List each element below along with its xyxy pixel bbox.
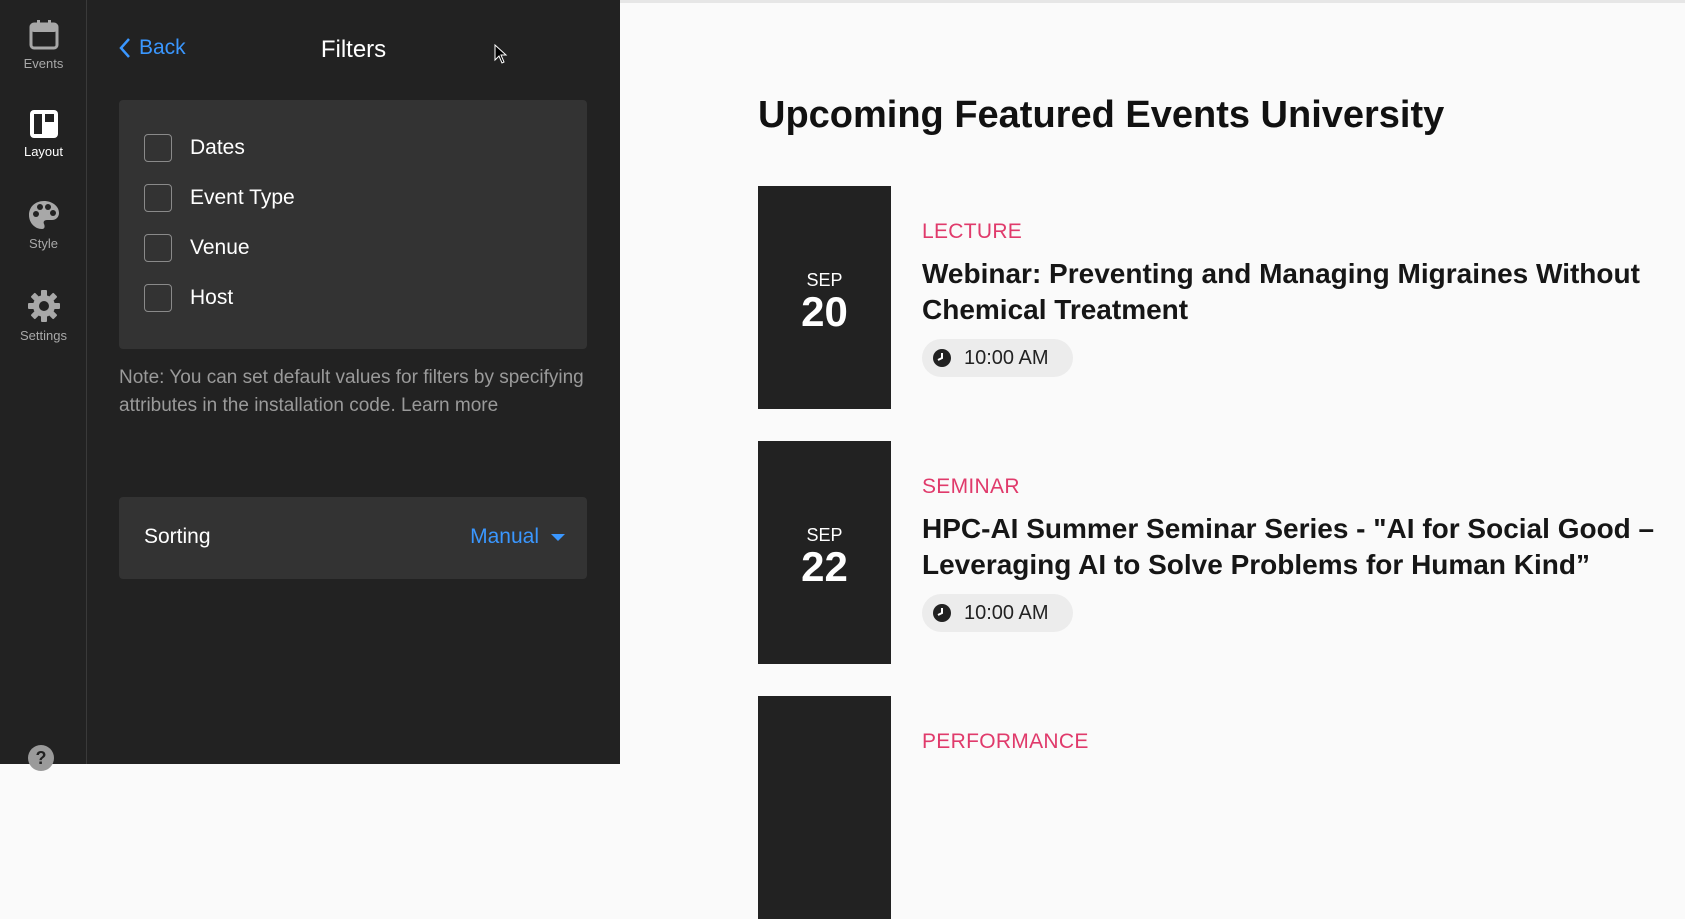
rail-item-style[interactable]: Style [0, 200, 87, 251]
filter-label: Host [190, 286, 234, 309]
sorting-label: Sorting [144, 525, 211, 548]
layout-icon [29, 110, 58, 138]
filter-label: Dates [190, 136, 245, 159]
filter-checkbox-event-type[interactable]: Event Type [144, 184, 295, 212]
filters-note: Note: You can set default values for fil… [119, 364, 589, 420]
event-day: 20 [801, 288, 848, 335]
rail-label-style: Style [29, 236, 58, 251]
filters-panel: Back Filters Dates Event Type Venue Host… [87, 0, 620, 764]
event-category: LECTURE [922, 220, 1023, 243]
filter-checkbox-venue[interactable]: Venue [144, 234, 250, 262]
checkbox[interactable] [144, 284, 172, 312]
rail-item-settings[interactable]: Settings [0, 290, 87, 343]
sorting-value: Manual [470, 525, 539, 548]
filter-label: Event Type [190, 186, 295, 209]
event-card[interactable]: SEP 22 SEMINAR HPC-AI Summer Seminar Ser… [758, 441, 1685, 664]
divider [620, 0, 1685, 3]
checkbox[interactable] [144, 134, 172, 162]
page-title: Upcoming Featured Events University [758, 94, 1445, 136]
palette-icon [28, 201, 59, 229]
event-title[interactable]: HPC-AI Summer Seminar Series - "AI for S… [922, 511, 1682, 583]
calendar-icon [29, 20, 58, 50]
filter-label: Venue [190, 236, 250, 259]
event-card[interactable]: SEP 20 LECTURE Webinar: Preventing and M… [758, 186, 1685, 409]
event-card[interactable]: PERFORMANCE [758, 696, 1685, 919]
icon-rail: Events Layout Style Settings ? [0, 0, 87, 771]
event-day: 22 [801, 543, 848, 590]
checkbox[interactable] [144, 184, 172, 212]
rail-item-layout[interactable]: Layout [0, 110, 87, 159]
filter-checkbox-host[interactable]: Host [144, 284, 233, 312]
event-category: PERFORMANCE [922, 730, 1089, 753]
date-block: SEP 22 [758, 441, 891, 664]
panel-header: Back Filters [87, 0, 620, 100]
mouse-cursor-icon [494, 44, 508, 64]
event-time-text: 10:00 AM [964, 601, 1049, 624]
rail-label-settings: Settings [20, 328, 67, 343]
sorting-dropdown[interactable]: Manual [470, 525, 565, 549]
question-icon[interactable]: ? [28, 745, 54, 771]
filter-options: Dates Event Type Venue Host [119, 100, 587, 349]
note-text: Note: You can set default values for fil… [119, 367, 584, 416]
event-title[interactable]: Webinar: Preventing and Managing Migrain… [922, 256, 1682, 328]
event-category: SEMINAR [922, 475, 1020, 498]
rail-item-events[interactable]: Events [0, 20, 87, 71]
filter-checkbox-dates[interactable]: Dates [144, 134, 245, 162]
event-time-text: 10:00 AM [964, 346, 1049, 369]
gear-icon [27, 290, 60, 322]
rail-label-layout: Layout [23, 144, 64, 159]
events-preview: Upcoming Featured Events University SEP … [620, 0, 1685, 919]
event-time: 10:00 AM [922, 339, 1073, 377]
panel-title: Filters [320, 36, 387, 63]
date-block: SEP 20 [758, 186, 891, 409]
date-block [758, 696, 891, 919]
learn-more-link[interactable]: Learn more [401, 395, 498, 416]
event-time: 10:00 AM [922, 594, 1073, 632]
checkbox[interactable] [144, 234, 172, 262]
clock-icon [933, 349, 951, 367]
clock-icon [933, 604, 951, 622]
sorting-row: Sorting Manual [119, 497, 587, 579]
rail-label-events: Events [23, 56, 64, 71]
caret-down-icon [551, 533, 565, 541]
